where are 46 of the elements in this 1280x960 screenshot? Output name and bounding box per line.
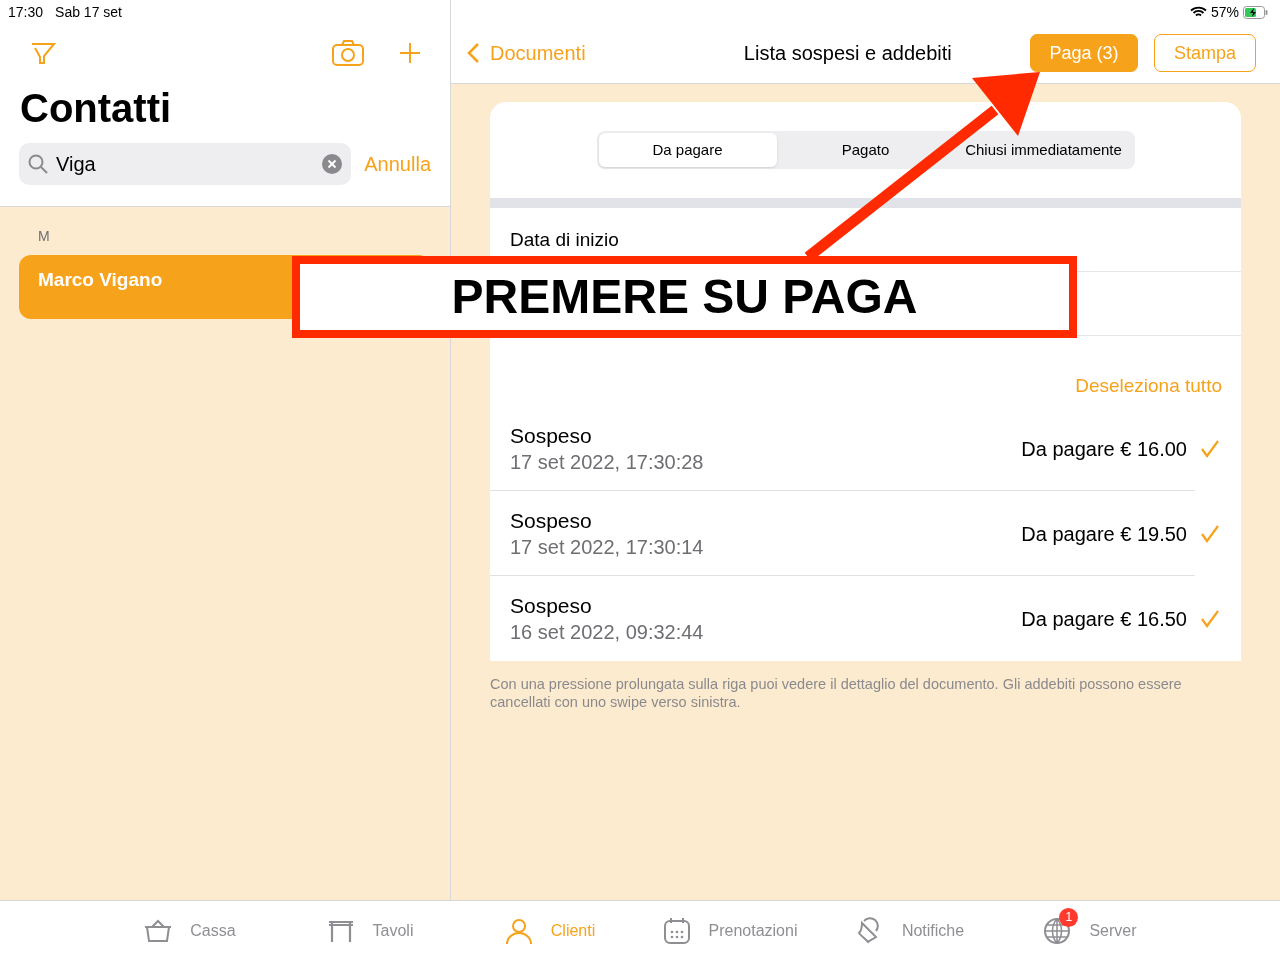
wifi-icon xyxy=(1189,6,1207,18)
sidebar-title: Contatti xyxy=(19,86,173,130)
segment-tab[interactable]: Pagato xyxy=(776,133,955,167)
search-icon xyxy=(28,154,48,174)
battery-percent: 57% xyxy=(1210,2,1239,22)
document-type: Sospeso xyxy=(510,422,593,449)
status-date: Sab 17 set xyxy=(55,2,122,22)
page-title: Lista sospesi e addebiti xyxy=(742,41,953,66)
footnote: Con una pressione prolungata sulla riga puoi vedere il dettaglio del documento. Gli addebiti possono essere cancellati con uno swipe verso sinistra. xyxy=(490,675,1183,711)
checkmark-icon[interactable] xyxy=(1201,524,1219,543)
tab-bar-item[interactable]: Prenotazioni xyxy=(640,901,820,960)
document-date: 17 set 2022, 17:30:14 xyxy=(510,534,705,560)
filter-icon[interactable] xyxy=(30,41,56,65)
person-icon xyxy=(504,916,533,945)
deselect-all-link[interactable]: Deseleziona tutto xyxy=(1075,371,1222,400)
checkmark-icon[interactable] xyxy=(1201,439,1219,458)
tab-bar-item[interactable]: 1 Server xyxy=(1000,901,1180,960)
section-header: M xyxy=(37,227,51,246)
back-chevron-icon xyxy=(467,42,480,64)
amount-due: Da pagare € 16.00 xyxy=(1021,436,1187,462)
document-type: Sospeso xyxy=(510,592,593,619)
calendar-icon xyxy=(662,916,691,945)
segment-tab[interactable]: Chiusi immediatamente xyxy=(954,133,1133,167)
tab-bar-item[interactable]: Tavoli xyxy=(280,901,460,960)
battery-icon xyxy=(1243,5,1268,19)
document-date: 16 set 2022, 09:32:44 xyxy=(510,619,705,645)
tab-bar-item[interactable]: Clienti xyxy=(460,901,640,960)
pay-button[interactable]: Paga (3) xyxy=(1030,34,1138,72)
notification-badge: 1 xyxy=(1059,907,1079,927)
amount-due: Da pagare € 16.50 xyxy=(1021,606,1187,632)
amount-due: Da pagare € 19.50 xyxy=(1021,521,1187,547)
print-button[interactable]: Stampa xyxy=(1154,34,1256,72)
checkmark-icon[interactable] xyxy=(1201,609,1219,628)
status-time: 17:30 xyxy=(8,2,44,22)
annotation-label: PREMERE SU PAGA xyxy=(451,269,918,325)
add-icon[interactable] xyxy=(400,43,420,63)
cancel-button[interactable]: Annulla xyxy=(364,149,431,179)
tab-bar-item[interactable]: Notifiche xyxy=(820,901,1000,960)
clear-icon[interactable] xyxy=(322,154,343,174)
search-field[interactable]: Viga xyxy=(19,143,352,185)
camera-icon[interactable] xyxy=(332,40,364,66)
document-date: 17 set 2022, 17:30:28 xyxy=(510,449,705,475)
segment-tab[interactable]: Da pagare xyxy=(598,133,777,167)
document-type: Sospeso xyxy=(510,507,593,534)
tab-bar-item[interactable]: Cassa xyxy=(100,901,280,960)
back-button[interactable]: Documenti xyxy=(467,38,586,68)
